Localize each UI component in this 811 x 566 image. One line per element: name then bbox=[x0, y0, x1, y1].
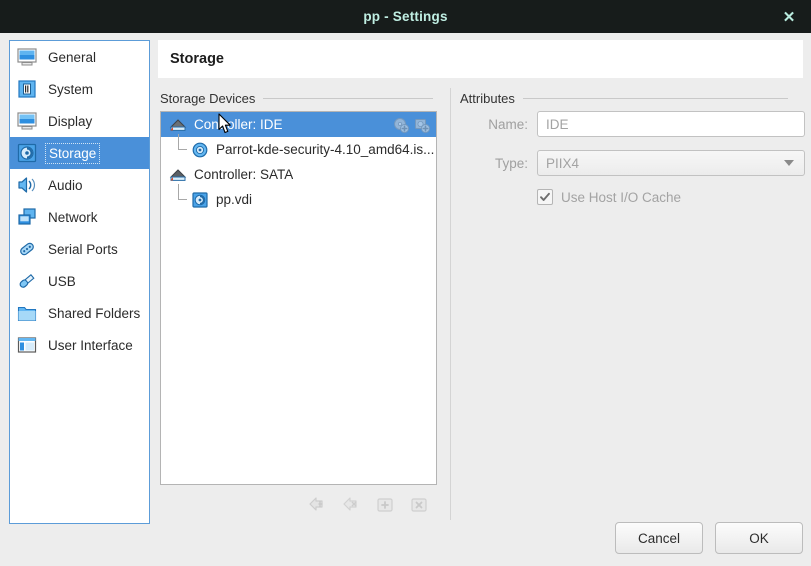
tree-row-label: Parrot-kde-security-4.10_amd64.is... bbox=[216, 142, 435, 157]
name-label: Name: bbox=[488, 116, 528, 132]
name-row: Name: IDE bbox=[460, 111, 805, 137]
optical-disk-icon bbox=[191, 141, 209, 159]
sidebar-item-label: Storage bbox=[44, 142, 101, 164]
storage-devices-caption: Storage Devices bbox=[160, 91, 438, 106]
display-icon bbox=[16, 110, 38, 132]
cancel-button[interactable]: Cancel bbox=[615, 522, 703, 554]
sidebar-item-general[interactable]: General bbox=[10, 41, 149, 73]
use-host-io-cache-checkbox[interactable] bbox=[537, 189, 553, 205]
sidebar-item-label: System bbox=[48, 81, 94, 97]
storage-tree-toolbar bbox=[160, 490, 437, 520]
tree-connector bbox=[178, 184, 188, 212]
tree-row-label: Controller: IDE bbox=[194, 117, 283, 132]
attributes-caption-label: Attributes bbox=[460, 91, 515, 106]
caption-divider bbox=[263, 98, 434, 99]
network-icon bbox=[16, 206, 38, 228]
pane-splitter[interactable] bbox=[450, 88, 451, 520]
tree-connector bbox=[178, 134, 188, 162]
sidebar-item-label: Shared Folders bbox=[48, 305, 141, 321]
sidebar-item-user-interface[interactable]: User Interface bbox=[10, 329, 149, 361]
dialog-footer: Cancel OK bbox=[615, 522, 803, 554]
tree-row[interactable]: Parrot-kde-security-4.10_amd64.is... bbox=[161, 134, 436, 162]
sidebar-item-audio[interactable]: Audio bbox=[10, 169, 149, 201]
sidebar-item-usb[interactable]: USB bbox=[10, 265, 149, 297]
sidebar-item-label: Serial Ports bbox=[48, 241, 118, 257]
type-row: Type: PIIX4 bbox=[460, 150, 805, 176]
remove-controller-button[interactable] bbox=[341, 495, 361, 515]
motherboard-icon bbox=[16, 78, 38, 100]
close-icon[interactable]: ✕ bbox=[767, 0, 811, 33]
window-title: pp - Settings bbox=[363, 9, 448, 24]
check-icon bbox=[540, 192, 550, 201]
sidebar-item-label: Display bbox=[48, 113, 93, 129]
sidebar-item-serial-ports[interactable]: Serial Ports bbox=[10, 233, 149, 265]
page-header: Storage bbox=[158, 40, 803, 78]
sidebar-item-label: Audio bbox=[48, 177, 83, 193]
add-attachment-button[interactable] bbox=[375, 495, 395, 515]
monitor-icon bbox=[16, 46, 38, 68]
sidebar-item-label: Network bbox=[48, 209, 98, 225]
sidebar-item-system[interactable]: System bbox=[10, 73, 149, 105]
page-title: Storage bbox=[170, 51, 224, 67]
chevron-down-icon bbox=[784, 160, 794, 166]
sidebar-item-network[interactable]: Network bbox=[10, 201, 149, 233]
name-input[interactable]: IDE bbox=[537, 111, 805, 137]
sidebar-item-shared-folders[interactable]: Shared Folders bbox=[10, 297, 149, 329]
settings-content-pane: Storage Storage Devices Attributes Contr… bbox=[158, 40, 805, 524]
usb-icon bbox=[16, 270, 38, 292]
attributes-caption: Attributes bbox=[460, 91, 805, 106]
use-host-io-cache-label: Use Host I/O Cache bbox=[561, 189, 682, 205]
storage-tree[interactable]: Controller: IDE Parrot-kde-security-4.10… bbox=[160, 111, 437, 485]
ide-controller-icon bbox=[169, 116, 187, 134]
settings-dialog: General System Display Storage Audio Net… bbox=[0, 33, 811, 566]
remove-attachment-button[interactable] bbox=[409, 495, 429, 515]
window-titlebar: pp - Settings ✕ bbox=[0, 0, 811, 33]
sidebar-item-label: User Interface bbox=[48, 337, 133, 353]
serial-port-icon bbox=[16, 238, 38, 260]
sidebar-item-storage[interactable]: Storage bbox=[10, 137, 149, 169]
type-select-value: PIIX4 bbox=[546, 155, 580, 171]
type-select[interactable]: PIIX4 bbox=[537, 150, 805, 176]
settings-category-sidebar: General System Display Storage Audio Net… bbox=[9, 40, 150, 524]
sidebar-item-display[interactable]: Display bbox=[10, 105, 149, 137]
ok-button[interactable]: OK bbox=[715, 522, 803, 554]
use-host-io-cache-row: Use Host I/O Cache bbox=[460, 189, 805, 205]
sata-controller-icon bbox=[169, 166, 187, 184]
tree-row[interactable]: Controller: SATA bbox=[161, 162, 436, 187]
sidebar-item-label: General bbox=[48, 49, 97, 65]
type-label: Type: bbox=[494, 155, 528, 171]
caption-divider bbox=[522, 98, 788, 99]
attributes-form: Name: IDE Type: PIIX4 Use Host I/O Cache bbox=[460, 111, 805, 205]
tree-row[interactable]: Controller: IDE bbox=[161, 112, 436, 137]
add-hard-disk-icon[interactable] bbox=[414, 117, 430, 133]
hard-disk-icon bbox=[191, 191, 209, 209]
sidebar-item-label: USB bbox=[48, 273, 76, 289]
harddisk-icon bbox=[16, 142, 38, 164]
tree-row-actions bbox=[393, 112, 430, 137]
user-interface-icon bbox=[16, 334, 38, 356]
tree-row-label: pp.vdi bbox=[216, 192, 253, 207]
speaker-icon bbox=[16, 174, 38, 196]
tree-row-label: Controller: SATA bbox=[194, 167, 294, 182]
tree-row[interactable]: pp.vdi bbox=[161, 184, 436, 212]
folder-icon bbox=[16, 302, 38, 324]
storage-devices-caption-label: Storage Devices bbox=[160, 91, 256, 106]
add-optical-drive-icon[interactable] bbox=[393, 117, 409, 133]
add-controller-button[interactable] bbox=[307, 495, 327, 515]
